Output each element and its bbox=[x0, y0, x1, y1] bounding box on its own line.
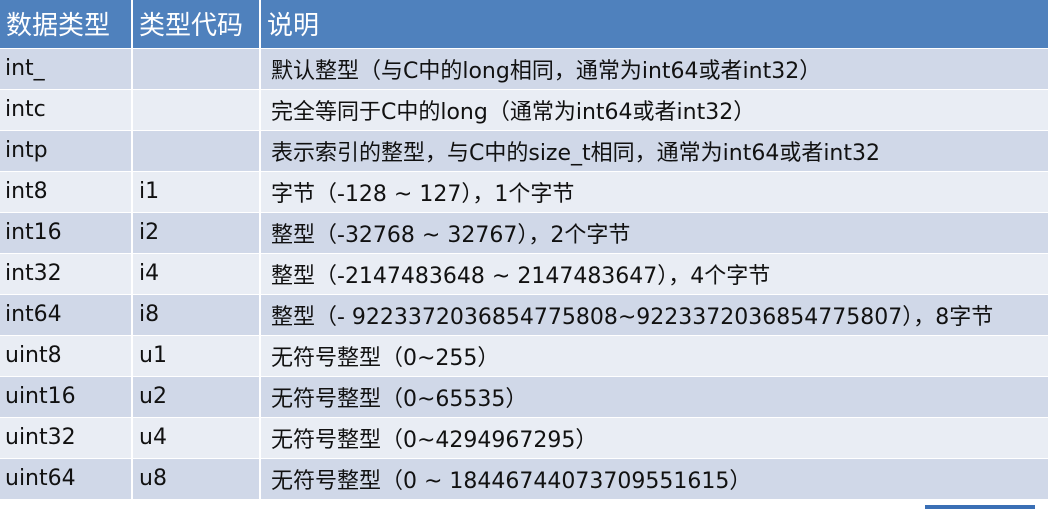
cell-type-code: i2 bbox=[132, 211, 261, 253]
cell-dtype: int8 bbox=[0, 170, 133, 212]
table-row: int_ 默认整型（与C中的long相同，通常为int64或者int32） bbox=[0, 47, 1048, 89]
table-row: uint8 u1 无符号整型（0~255） bbox=[0, 334, 1048, 376]
cell-type-code: i4 bbox=[132, 252, 261, 294]
cell-type-code: i1 bbox=[132, 170, 261, 212]
table-row: uint64 u8 无符号整型（0 ~ 18446744073709551615… bbox=[0, 457, 1048, 499]
header-dtype: 数据类型 bbox=[0, 0, 133, 48]
cell-type-code: u4 bbox=[132, 416, 261, 458]
dtype-table: 数据类型 类型代码 说明 int_ 默认整型（与C中的long相同，通常为int… bbox=[0, 0, 1048, 499]
table-row: int64 i8 整型（- 9223372036854775808~922337… bbox=[0, 293, 1048, 335]
table-row: intc 完全等同于C中的long（通常为int64或者int32） bbox=[0, 88, 1048, 130]
table-row: uint32 u4 无符号整型（0~4294967295） bbox=[0, 416, 1048, 458]
cell-type-code: u1 bbox=[132, 334, 261, 376]
table-header-row: 数据类型 类型代码 说明 bbox=[0, 0, 1048, 48]
table-row: int16 i2 整型（-32768 ~ 32767），2个字节 bbox=[0, 211, 1048, 253]
cell-description: 整型（-32768 ~ 32767），2个字节 bbox=[260, 211, 1048, 253]
cell-type-code bbox=[132, 129, 261, 171]
cell-type-code bbox=[132, 88, 261, 130]
cell-description: 默认整型（与C中的long相同，通常为int64或者int32） bbox=[260, 47, 1048, 89]
cell-description: 无符号整型（0~255） bbox=[260, 334, 1048, 376]
header-description: 说明 bbox=[267, 11, 320, 42]
table-row: intp 表示索引的整型，与C中的size_t相同，通常为int64或者int3… bbox=[0, 129, 1048, 171]
cell-dtype: uint8 bbox=[0, 334, 133, 376]
dtype-table-container: 数据类型 类型代码 说明 int_ 默认整型（与C中的long相同，通常为int… bbox=[0, 0, 1048, 506]
cell-type-code bbox=[132, 47, 261, 89]
table-row: int32 i4 整型（-2147483648 ~ 2147483647），4个… bbox=[0, 252, 1048, 294]
cell-description: 表示索引的整型，与C中的size_t相同，通常为int64或者int32 bbox=[260, 129, 1048, 171]
cell-description: 字节（-128 ~ 127），1个字节 bbox=[260, 170, 1048, 212]
cell-dtype: int32 bbox=[0, 252, 133, 294]
cell-dtype: int_ bbox=[0, 47, 133, 89]
cell-description: 整型（- 9223372036854775808~922337203685477… bbox=[260, 293, 1048, 335]
cell-dtype: int16 bbox=[0, 211, 133, 253]
cell-dtype: uint64 bbox=[0, 457, 133, 499]
cell-type-code: u2 bbox=[132, 375, 261, 417]
cell-type-code: i8 bbox=[132, 293, 261, 335]
slide-footer-bar bbox=[925, 505, 1035, 509]
cell-description: 无符号整型（0~65535） bbox=[260, 375, 1048, 417]
cell-description: 无符号整型（0 ~ 18446744073709551615） bbox=[260, 457, 1048, 499]
cell-dtype: uint16 bbox=[0, 375, 133, 417]
header-type-code: 类型代码 bbox=[132, 0, 261, 48]
cell-dtype: intp bbox=[0, 129, 133, 171]
cell-dtype: intc bbox=[0, 88, 133, 130]
cell-type-code: u8 bbox=[132, 457, 261, 499]
cell-description: 完全等同于C中的long（通常为int64或者int32） bbox=[260, 88, 1048, 130]
cell-description: 无符号整型（0~4294967295） bbox=[260, 416, 1048, 458]
table-row: uint16 u2 无符号整型（0~65535） bbox=[0, 375, 1048, 417]
cell-dtype: int64 bbox=[0, 293, 133, 335]
cell-description: 整型（-2147483648 ~ 2147483647），4个字节 bbox=[260, 252, 1048, 294]
table-row: int8 i1 字节（-128 ~ 127），1个字节 bbox=[0, 170, 1048, 212]
cell-dtype: uint32 bbox=[0, 416, 133, 458]
